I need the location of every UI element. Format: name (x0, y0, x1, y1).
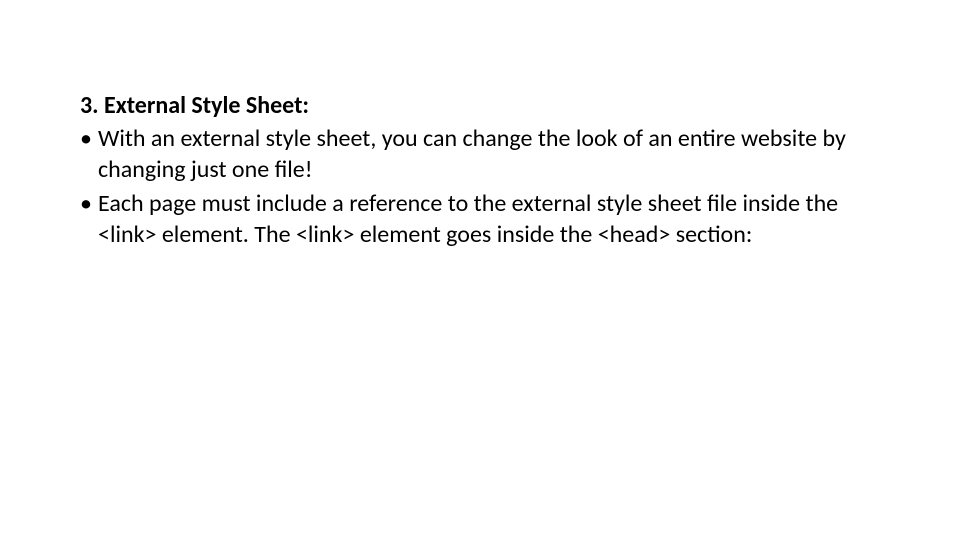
bullet-marker: • (80, 123, 98, 185)
bullet-text: With an external style sheet, you can ch… (98, 123, 880, 185)
bullet-item: • With an external style sheet, you can … (80, 123, 880, 185)
bullet-text: Each page must include a reference to th… (98, 188, 880, 250)
bullet-marker: • (80, 188, 98, 250)
slide-content: 3. External Style Sheet: • With an exter… (80, 90, 880, 250)
bullet-item: • Each page must include a reference to … (80, 188, 880, 250)
section-heading: 3. External Style Sheet: (80, 90, 880, 121)
